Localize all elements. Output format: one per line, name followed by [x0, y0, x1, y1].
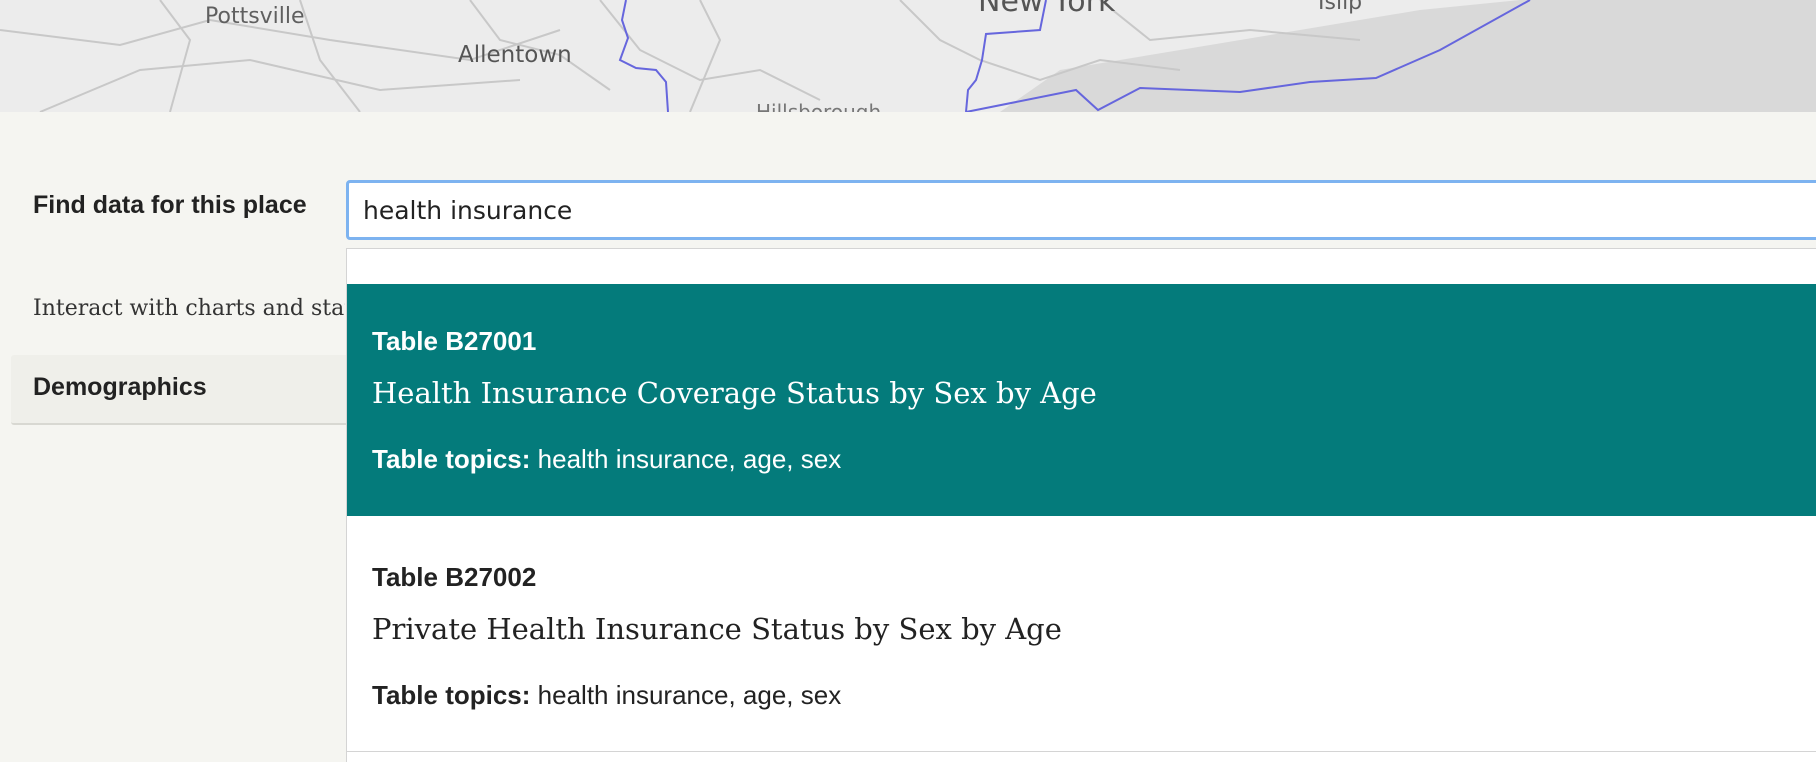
search-result-item[interactable]: Table B27001 Health Insurance Coverage S… — [347, 284, 1816, 516]
result-table-title: Private Health Insurance Status by Sex b… — [372, 612, 1062, 646]
search-result-item[interactable]: Table B27002 Private Health Insurance St… — [347, 520, 1816, 752]
topics-label: Table topics: — [372, 444, 531, 474]
search-results-dropdown: Table B27001 Health Insurance Coverage S… — [346, 248, 1816, 762]
result-table-topics: Table topics: health insurance, age, sex — [372, 680, 841, 711]
map-label-islip: Islip — [1318, 0, 1363, 15]
topics-value: health insurance, age, sex — [537, 680, 842, 710]
map[interactable]: Pottsville Allentown New York Islip Hill… — [0, 0, 1816, 112]
map-label-hillsborough: Hillsborough — [756, 100, 882, 112]
find-data-label: Find data for this place — [33, 191, 307, 219]
result-table-title: Health Insurance Coverage Status by Sex … — [372, 376, 1097, 410]
section-tab-demographics[interactable]: Demographics — [11, 355, 356, 425]
topics-label: Table topics: — [372, 680, 531, 710]
map-label-pottsville: Pottsville — [205, 4, 305, 29]
topics-value: health insurance, age, sex — [537, 444, 842, 474]
result-table-id: Table B27001 — [372, 326, 537, 356]
map-label-new-york: New York — [978, 0, 1116, 19]
intro-text: Interact with charts and statistics — [33, 296, 345, 321]
result-table-topics: Table topics: health insurance, age, sex — [372, 444, 841, 475]
map-label-allentown: Allentown — [458, 42, 572, 68]
page-root: Pottsville Allentown New York Islip Hill… — [0, 0, 1816, 762]
place-data-search-input[interactable] — [346, 180, 1816, 240]
result-table-id: Table B27002 — [372, 562, 537, 592]
